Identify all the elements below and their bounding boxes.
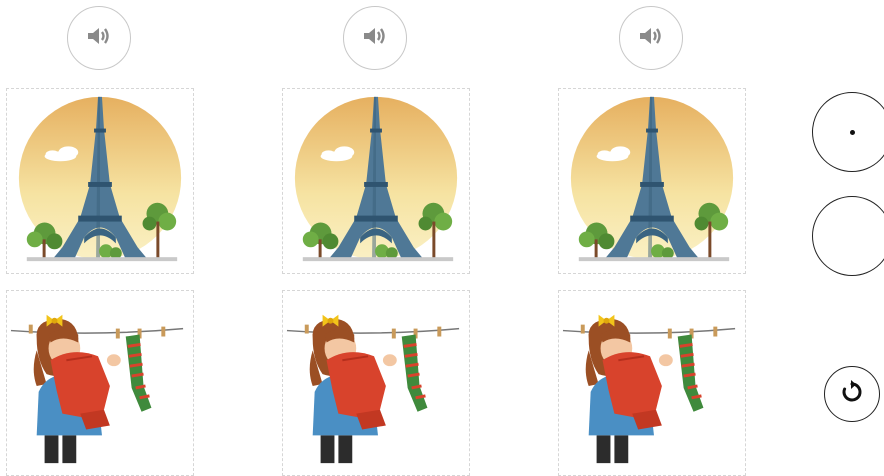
girl-scarves-image bbox=[9, 313, 185, 465]
radio-option-2[interactable] bbox=[812, 196, 884, 276]
play-audio-button[interactable] bbox=[343, 6, 407, 70]
eiffel-tower-image bbox=[570, 96, 734, 262]
reset-button[interactable] bbox=[824, 366, 880, 422]
image-card-girl-scarves[interactable] bbox=[6, 290, 194, 476]
image-card-eiffel-tower[interactable] bbox=[282, 88, 470, 274]
play-audio-button[interactable] bbox=[619, 6, 683, 70]
speaker-icon bbox=[85, 24, 113, 53]
radio-option-1[interactable] bbox=[812, 92, 884, 172]
image-card-girl-scarves[interactable] bbox=[282, 290, 470, 476]
choice-column-3 bbox=[558, 0, 746, 476]
image-card-eiffel-tower[interactable] bbox=[558, 88, 746, 274]
speaker-icon bbox=[361, 24, 389, 53]
choice-column-1 bbox=[6, 0, 194, 476]
image-card-eiffel-tower[interactable] bbox=[6, 88, 194, 274]
sorting-activity bbox=[0, 0, 884, 476]
choice-column-2 bbox=[282, 0, 470, 476]
radio-selected-dot bbox=[850, 130, 855, 135]
speaker-icon bbox=[637, 24, 665, 53]
image-card-girl-scarves[interactable] bbox=[558, 290, 746, 476]
girl-scarves-image bbox=[561, 313, 737, 465]
play-audio-button[interactable] bbox=[67, 6, 131, 70]
eiffel-tower-image bbox=[18, 96, 182, 262]
girl-scarves-image bbox=[285, 313, 461, 465]
eiffel-tower-image bbox=[294, 96, 458, 262]
reset-icon bbox=[839, 379, 865, 410]
